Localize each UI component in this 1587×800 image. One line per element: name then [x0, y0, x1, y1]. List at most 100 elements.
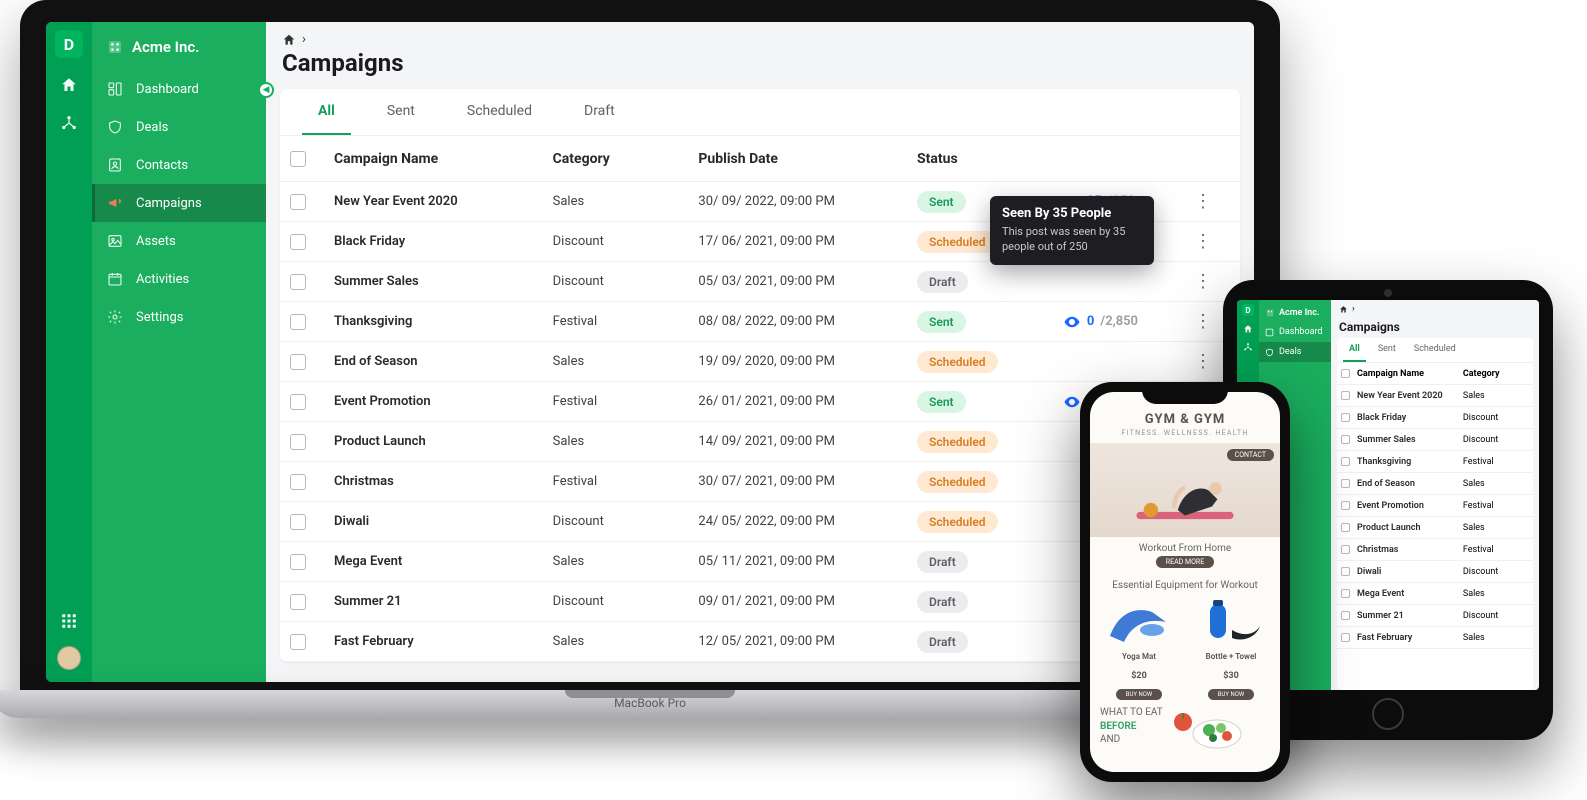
table-row[interactable]: Mega EventSales: [1337, 583, 1533, 605]
row-checkbox[interactable]: [290, 234, 306, 250]
table-row[interactable]: ThanksgivingFestival08/ 08/ 2022, 09:00 …: [280, 302, 1240, 342]
campaign-name: Event Promotion: [1357, 501, 1463, 511]
row-menu-button[interactable]: ⋮: [1194, 231, 1230, 252]
table-row[interactable]: Product LaunchSales: [1337, 517, 1533, 539]
campaign-name: New Year Event 2020: [1357, 391, 1463, 401]
row-checkbox[interactable]: [290, 354, 306, 370]
row-checkbox[interactable]: [290, 314, 306, 330]
row-checkbox[interactable]: [290, 194, 306, 210]
table-row[interactable]: Summer 21Discount: [1337, 605, 1533, 627]
table-row[interactable]: End of SeasonSales19/ 09/ 2020, 09:00 PM…: [280, 342, 1240, 382]
sidebar-item-deals[interactable]: Deals: [1259, 342, 1331, 362]
row-checkbox[interactable]: [290, 474, 306, 490]
product-thumb: [1190, 593, 1272, 649]
row-menu-button[interactable]: ⋮: [1194, 191, 1230, 212]
status-badge: Draft: [917, 551, 968, 573]
seen-count[interactable]: 0/2,850: [1063, 313, 1194, 331]
company-icon: [1265, 308, 1275, 318]
campaign-name: Christmas: [334, 474, 553, 489]
tooltip-title: Seen By 35 People: [1002, 206, 1142, 221]
table-row[interactable]: ThanksgivingFestival: [1337, 451, 1533, 473]
sidebar-item-activities[interactable]: Activities: [92, 260, 266, 298]
select-all-checkbox[interactable]: [1341, 369, 1350, 378]
sidebar-item-label: Activities: [136, 272, 189, 287]
row-checkbox[interactable]: [290, 594, 306, 610]
table-row[interactable]: Summer SalesDiscount05/ 03/ 2021, 09:00 …: [280, 262, 1240, 302]
status-badge: Scheduled: [917, 431, 998, 453]
row-checkbox[interactable]: [290, 554, 306, 570]
campaign-date: 05/ 11/ 2021, 09:00 PM: [698, 554, 917, 569]
sidebar-item-settings[interactable]: Settings: [92, 298, 266, 336]
sidebar-item-dashboard[interactable]: Dashboard: [1259, 322, 1331, 342]
row-checkbox[interactable]: [1341, 611, 1350, 620]
collapse-sidebar-button[interactable]: ◀: [258, 82, 274, 98]
table-row[interactable]: End of SeasonSales: [1337, 473, 1533, 495]
org-icon[interactable]: [1243, 342, 1253, 352]
tab-draft[interactable]: Draft: [568, 89, 631, 135]
campaign-name: Fast February: [334, 634, 553, 649]
table-row[interactable]: Summer SalesDiscount: [1337, 429, 1533, 451]
home-icon[interactable]: [58, 74, 80, 96]
contact-button[interactable]: CONTACT: [1227, 449, 1274, 461]
breadcrumb-home-icon[interactable]: [1339, 305, 1348, 314]
table-row[interactable]: New Year Event 2020Sales: [1337, 385, 1533, 407]
row-checkbox[interactable]: [1341, 589, 1350, 598]
sidebar-item-contacts[interactable]: Contacts: [92, 146, 266, 184]
app-logo[interactable]: D: [1242, 304, 1254, 316]
row-menu-button[interactable]: ⋮: [1194, 271, 1230, 292]
row-checkbox[interactable]: [1341, 413, 1350, 422]
avatar[interactable]: [57, 646, 81, 670]
row-checkbox[interactable]: [290, 434, 306, 450]
row-checkbox[interactable]: [1341, 435, 1350, 444]
row-checkbox[interactable]: [1341, 457, 1350, 466]
campaign-name: Christmas: [1357, 545, 1463, 555]
tabs: All Sent Scheduled Draft: [280, 89, 1240, 136]
row-checkbox[interactable]: [290, 514, 306, 530]
row-checkbox[interactable]: [1341, 501, 1350, 510]
shield-icon: [1265, 348, 1274, 357]
campaign-category: Discount: [1463, 611, 1529, 621]
sidebar-item-campaigns[interactable]: Campaigns: [92, 184, 266, 222]
home-icon[interactable]: [1243, 324, 1253, 334]
row-checkbox[interactable]: [290, 394, 306, 410]
buy-now-button[interactable]: BUY NOW: [1208, 689, 1254, 700]
row-checkbox[interactable]: [1341, 479, 1350, 488]
read-more-button[interactable]: READ MORE: [1156, 556, 1214, 568]
tab-sent[interactable]: Sent: [1372, 338, 1402, 362]
row-checkbox[interactable]: [1341, 545, 1350, 554]
product-name: Yoga Mat: [1098, 652, 1180, 661]
shield-icon: [106, 118, 124, 136]
campaign-name: Summer Sales: [334, 274, 553, 289]
row-checkbox[interactable]: [1341, 391, 1350, 400]
table-row[interactable]: Black FridayDiscount: [1337, 407, 1533, 429]
buy-now-button[interactable]: BUY NOW: [1116, 689, 1162, 700]
table-row[interactable]: Fast FebruarySales: [1337, 627, 1533, 649]
campaign-category: Festival: [1463, 545, 1529, 555]
table-row[interactable]: DiwaliDiscount: [1337, 561, 1533, 583]
campaign-category: Discount: [1463, 413, 1529, 423]
row-checkbox[interactable]: [290, 274, 306, 290]
row-checkbox[interactable]: [1341, 567, 1350, 576]
tab-scheduled[interactable]: Scheduled: [1408, 338, 1462, 362]
row-checkbox[interactable]: [290, 634, 306, 650]
section-title: Essential Equipment for Workout: [1090, 574, 1280, 593]
breadcrumb-home-icon[interactable]: [282, 33, 296, 47]
select-all-checkbox[interactable]: [290, 151, 306, 167]
tab-scheduled[interactable]: Scheduled: [451, 89, 548, 135]
apps-grid-icon[interactable]: [58, 610, 80, 632]
product-card[interactable]: Yoga Mat $20 BUY NOW: [1098, 593, 1180, 700]
sidebar-item-assets[interactable]: Assets: [92, 222, 266, 260]
tablet-home-button[interactable]: [1372, 698, 1404, 730]
row-checkbox[interactable]: [1341, 633, 1350, 642]
sidebar-item-dashboard[interactable]: Dashboard: [92, 70, 266, 108]
row-checkbox[interactable]: [1341, 523, 1350, 532]
app-logo[interactable]: D: [55, 30, 83, 58]
tab-sent[interactable]: Sent: [371, 89, 431, 135]
org-icon[interactable]: [58, 112, 80, 134]
product-card[interactable]: Bottle + Towel $30 BUY NOW: [1190, 593, 1272, 700]
tab-all[interactable]: All: [1343, 338, 1366, 362]
tab-all[interactable]: All: [302, 89, 351, 135]
sidebar-item-deals[interactable]: Deals: [92, 108, 266, 146]
table-row[interactable]: ChristmasFestival: [1337, 539, 1533, 561]
table-row[interactable]: Event PromotionFestival: [1337, 495, 1533, 517]
